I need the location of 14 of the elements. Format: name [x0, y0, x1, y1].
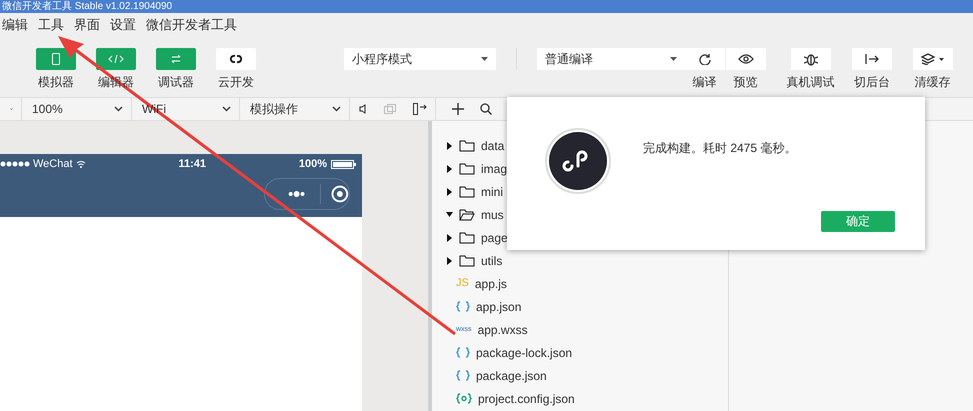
mode-label: 模拟器 — [38, 74, 74, 91]
mode-label: 云开发 — [218, 74, 254, 91]
carrier-label: WeChat — [33, 158, 73, 170]
clock-time: 11:41 — [178, 158, 206, 170]
file-type-label: JS — [456, 277, 469, 290]
dialog-message: 完成构建。耗时 2475 毫秒。 — [643, 140, 796, 157]
toolbar-label: 真机调试 — [786, 74, 835, 91]
toolbar-label: 预览 — [734, 74, 758, 91]
toolbar-label: 编译 — [692, 74, 717, 91]
window-title: 微信开发者工具 Stable v1.02.1904090 — [2, 0, 172, 12]
battery-percent: 100% — [298, 158, 327, 170]
mode-label: 调试器 — [158, 74, 194, 91]
toolbar-label: 切后台 — [854, 74, 890, 91]
toolbar-label: 清缓存 — [914, 74, 951, 91]
